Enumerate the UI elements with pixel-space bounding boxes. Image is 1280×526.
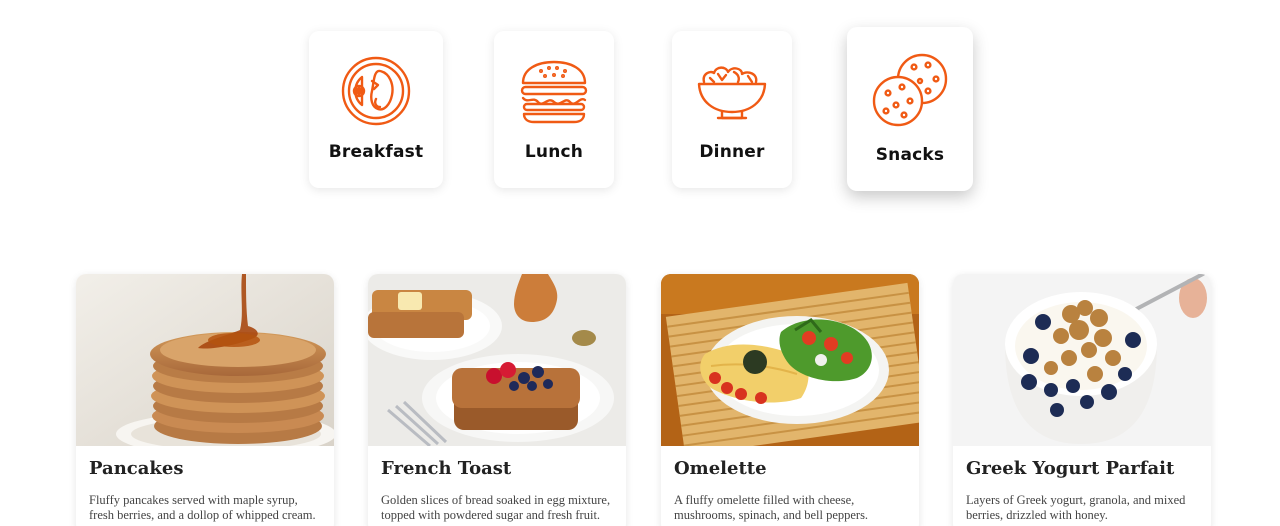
breakfast-plate-icon xyxy=(340,55,412,131)
category-label: Snacks xyxy=(875,145,945,165)
recipe-title: French Toast xyxy=(381,458,512,479)
recipe-description: Golden slices of bread soaked in egg mix… xyxy=(381,493,611,522)
recipe-title: Pancakes xyxy=(89,458,184,479)
category-breakfast[interactable]: Breakfast xyxy=(309,31,443,188)
recipe-card-french-toast[interactable]: French Toast Golden slices of bread soak… xyxy=(368,274,626,526)
recipe-card-greek-yogurt-parfait[interactable]: Greek Yogurt Parfait Layers of Greek yog… xyxy=(953,274,1211,526)
category-snacks[interactable]: Snacks xyxy=(847,27,973,191)
french-toast-photo xyxy=(368,274,626,446)
category-label: Lunch xyxy=(524,142,584,162)
cookies-icon xyxy=(872,53,948,131)
greek-yogurt-parfait-photo xyxy=(953,274,1211,446)
recipe-card-omelette[interactable]: Omelette A fluffy omelette filled with c… xyxy=(661,274,919,526)
category-label: Breakfast xyxy=(328,142,424,162)
category-label: Dinner xyxy=(699,142,765,162)
recipe-description: Fluffy pancakes served with maple syrup,… xyxy=(89,493,316,522)
category-dinner[interactable]: Dinner xyxy=(672,31,792,188)
burger-icon xyxy=(519,59,589,129)
page: Breakfast Lunch Dinner Snacks Pancakes F… xyxy=(0,0,1280,526)
omelette-photo xyxy=(661,274,919,446)
salad-bowl-icon xyxy=(696,60,768,128)
recipe-description: A fluffy omelette filled with cheese, mu… xyxy=(674,493,869,522)
recipe-description: Layers of Greek yogurt, granola, and mix… xyxy=(966,493,1186,522)
recipe-card-pancakes[interactable]: Pancakes Fluffy pancakes served with map… xyxy=(76,274,334,526)
recipe-title: Omelette xyxy=(674,458,767,479)
recipe-title: Greek Yogurt Parfait xyxy=(966,458,1175,479)
category-lunch[interactable]: Lunch xyxy=(494,31,614,188)
pancakes-photo xyxy=(76,274,334,446)
